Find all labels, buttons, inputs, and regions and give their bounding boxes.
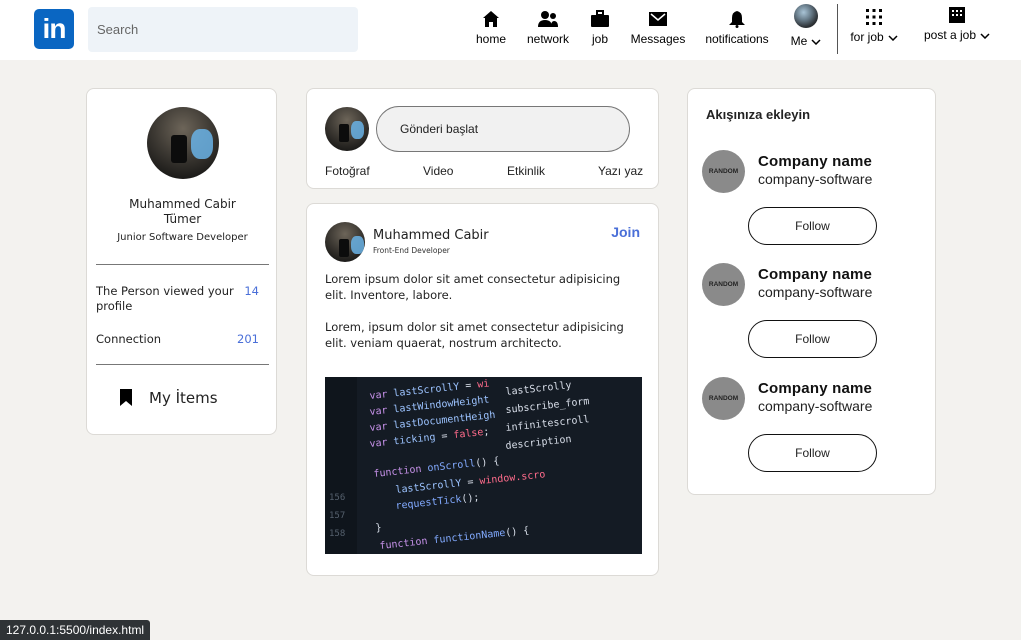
post-author-name[interactable]: Muhammed Cabir (373, 228, 489, 243)
company-logo[interactable]: RANDOM (702, 377, 745, 420)
nav-network-label: network (526, 32, 570, 46)
follow-button[interactable]: Follow (748, 320, 877, 358)
profile-name-line1: Muhammed Cabir (129, 197, 236, 211)
code-line: function functionName() { (379, 525, 530, 552)
company-name[interactable]: Company name (758, 380, 872, 397)
follow-button[interactable]: Follow (748, 434, 877, 472)
nav-post-a-job-label: post a job (923, 28, 977, 42)
nav-network[interactable]: network (525, 6, 571, 54)
post-code-image[interactable]: var lastScrollY = wi var lastWindowHeigh… (325, 377, 642, 554)
nav-me-label: Me (790, 34, 808, 48)
nav-home-label: home (475, 32, 507, 46)
company-subtitle: company-software (758, 284, 873, 300)
avatar-phone (171, 135, 187, 163)
action-photo[interactable]: Fotoğraf (325, 164, 370, 178)
company-name[interactable]: Company name (758, 153, 872, 170)
nav-home[interactable]: home (474, 6, 508, 54)
company-subtitle: company-software (758, 171, 873, 187)
avatar-phone (339, 239, 349, 257)
nav-notifications[interactable]: notifications (704, 6, 770, 54)
search-input[interactable] (88, 7, 358, 52)
post-paragraph-1: Lorem ipsum dolor sit amet consectetur a… (325, 272, 621, 302)
avatar-phone (339, 124, 349, 142)
nav-job[interactable]: job (588, 6, 612, 54)
home-icon (483, 11, 499, 27)
chevron-down-icon (888, 35, 898, 41)
avatar-glow (191, 129, 213, 159)
nav-for-job[interactable]: for job (848, 6, 900, 54)
chevron-down-icon (811, 39, 821, 45)
post-author-role: Front-End Developer (373, 246, 450, 255)
nav-me[interactable]: Me (787, 4, 825, 52)
chevron-down-icon (980, 33, 990, 39)
me-avatar (794, 4, 818, 28)
post-composer: Gönderi başlat Fotoğraf Video Etkinlik Y… (306, 88, 659, 189)
suggestions-title: Akışınıza ekleyin (706, 107, 811, 122)
nav-messages[interactable]: Messages (630, 6, 686, 54)
profile-divider-bottom (96, 364, 269, 365)
code-line: infinitescroll (505, 414, 590, 434)
suggestions-card: Akışınıza ekleyin RANDOM Company name co… (687, 88, 936, 495)
action-write-article[interactable]: Yazı yaz (598, 164, 643, 178)
profile-divider-top (96, 264, 269, 265)
bookmark-icon (120, 389, 132, 406)
start-post-input[interactable]: Gönderi başlat (376, 106, 630, 152)
profile-name-line2: Tümer (163, 212, 202, 226)
my-items-label: My İtems (149, 389, 218, 407)
profile-avatar[interactable] (147, 107, 219, 179)
nav-post-a-job-row: post a job (922, 28, 992, 42)
people-icon (538, 11, 558, 27)
company-logo[interactable]: RANDOM (702, 263, 745, 306)
stat-connections-label[interactable]: Connection (96, 332, 236, 347)
follow-button[interactable]: Follow (748, 207, 877, 245)
profile-name[interactable]: Muhammed Cabir Tümer (87, 197, 278, 227)
profile-card: Muhammed Cabir Tümer Junior Software Dev… (86, 88, 277, 435)
code-line: } (375, 522, 383, 534)
status-bar-url: 127.0.0.1:5500/index.html (0, 620, 151, 640)
nav-divider (837, 4, 838, 54)
nav-me-row: Me (787, 34, 825, 48)
code-line: subscribe_form (505, 396, 590, 416)
stat-profile-views-label[interactable]: The Person viewed your profile (96, 284, 236, 314)
avatar-glow (351, 236, 364, 254)
line-number: 156 (329, 493, 346, 503)
company-name[interactable]: Company name (758, 266, 872, 283)
code-line: lastScrolly (505, 380, 573, 398)
stat-connections-value[interactable]: 201 (237, 332, 259, 346)
avatar-glow (351, 121, 364, 139)
nav-messages-label: Messages (630, 32, 686, 46)
nav-post-a-job[interactable]: post a job (922, 6, 992, 54)
action-video[interactable]: Video (423, 164, 453, 178)
action-event[interactable]: Etkinlik (507, 164, 545, 178)
bell-icon (729, 11, 745, 28)
message-icon (649, 12, 667, 26)
feed-post: Muhammed Cabir Front-End Developer Join … (306, 203, 659, 576)
post-paragraph-2: Lorem, ipsum dolor sit amet consectetur … (325, 320, 624, 350)
company-subtitle: company-software (758, 398, 873, 414)
line-number: 157 (329, 511, 346, 521)
code-line: requestTick(); (395, 492, 480, 512)
join-button[interactable]: Join (611, 224, 640, 240)
nav-for-job-label: for job (850, 30, 884, 44)
composer-avatar (325, 107, 369, 151)
line-number: 158 (329, 529, 346, 539)
building-icon (949, 7, 965, 23)
nav-notifications-label: notifications (705, 32, 769, 46)
stat-profile-views-value[interactable]: 14 (244, 284, 259, 298)
linkedin-logo[interactable]: in (34, 9, 74, 49)
code-line: description (505, 434, 573, 452)
nav-for-job-row: for job (848, 30, 900, 44)
grid-icon (866, 9, 882, 25)
company-logo[interactable]: RANDOM (702, 150, 745, 193)
post-author-avatar[interactable] (325, 222, 365, 262)
briefcase-icon (591, 10, 609, 27)
nav-job-label: job (591, 32, 608, 46)
top-navbar: in home network job Messages notificatio… (0, 0, 1021, 60)
code-gutter (325, 377, 357, 554)
profile-title: Junior Software Developer (117, 232, 248, 243)
